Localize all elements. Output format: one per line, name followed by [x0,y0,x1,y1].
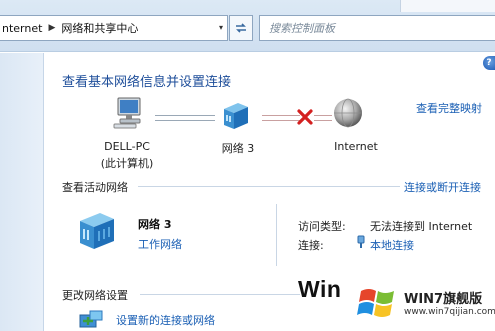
network-building-icon [80,213,114,249]
network-map-name: 网络 3 [221,142,255,155]
connection-label: 连接: [298,239,324,252]
connection-line-broken [262,115,300,121]
network-type-link[interactable]: 工作网络 [138,236,182,252]
breadcrumb-internet[interactable]: nternet [0,22,42,35]
internet-label: Internet [334,140,378,153]
help-icon[interactable]: ? [483,56,495,70]
watermark-url: www.win7qijian.com [404,307,495,317]
connect-disconnect-link[interactable]: 连接或断开连接 [404,179,481,195]
local-connection-link[interactable]: 本地连接 [370,237,414,253]
computer-name: DELL-PC [104,140,150,153]
watermark-brand: WIN7旗舰版 [404,292,483,307]
search-placeholder: 搜索控制面板 [269,22,335,35]
page-title: 查看基本网络信息并设置连接 [62,75,232,90]
refresh-button[interactable] [229,15,253,41]
section-divider [138,186,400,187]
windows-logo-icon [357,289,394,317]
computer-icon[interactable] [112,96,146,130]
watermark-win-text: Win [298,276,342,302]
address-bar[interactable]: nternet ▶ 网络和共享中心 ▾ [0,15,228,41]
window-chrome-edge [400,0,495,12]
setup-new-connection-link[interactable]: 设置新的连接或网络 [116,312,215,328]
address-toolbar: nternet ▶ 网络和共享中心 ▾ 搜索控制面板 [0,0,495,52]
local-connection-icon [357,235,365,248]
address-dropdown-icon[interactable]: ▾ [219,23,223,32]
active-network-name: 网络 3 [138,218,172,231]
network-icon[interactable] [220,99,252,131]
breadcrumb-network-center[interactable]: 网络和共享中心 [61,20,138,36]
computer-subtitle: (此计算机) [100,157,154,170]
vertical-divider [276,204,277,266]
refresh-icon [236,23,246,33]
access-type-label: 访问类型: [298,220,346,233]
section-divider [140,294,300,295]
internet-globe-icon[interactable] [332,97,364,129]
breadcrumb-separator-icon[interactable]: ▶ [42,23,61,33]
active-networks-header: 查看活动网络 [62,181,128,194]
left-navigation-pane [0,53,44,331]
access-type-value: 无法连接到 Internet [370,220,473,233]
connection-line [155,115,215,121]
disconnected-x-icon[interactable] [296,109,314,125]
new-connection-icon [79,310,103,328]
view-full-map-link[interactable]: 查看完整映射 [416,100,482,116]
search-input[interactable]: 搜索控制面板 [259,15,495,41]
change-settings-header: 更改网络设置 [62,289,128,302]
connection-line-broken [314,115,332,121]
